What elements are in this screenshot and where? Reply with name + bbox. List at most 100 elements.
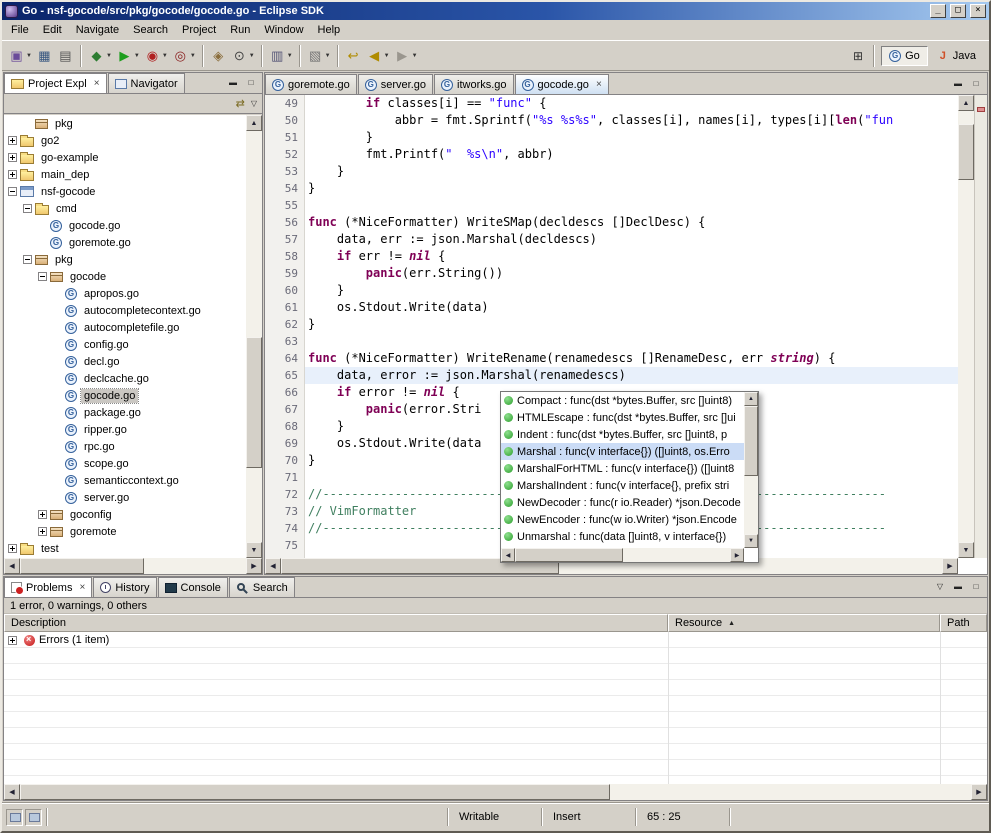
scroll-up-icon[interactable]: ▲ [246, 115, 262, 131]
tree-item-autocompletecontext-go[interactable]: autocompletecontext.go [4, 302, 246, 319]
tree-item-gocode-go[interactable]: gocode.go [4, 387, 246, 404]
tree-item-package-go[interactable]: package.go [4, 404, 246, 421]
line-number-ruler[interactable]: 4950515253545556575859606162636465666768… [265, 95, 305, 558]
scroll-left-icon[interactable]: ◀ [4, 558, 20, 574]
scroll-thumb[interactable] [958, 124, 974, 180]
tree-item-rpc-go[interactable]: rpc.go [4, 438, 246, 455]
scroll-down-icon[interactable]: ▼ [246, 542, 262, 558]
profile-button[interactable]: ◉▼ [142, 44, 170, 68]
forward-button[interactable]: ▶▼ [392, 44, 420, 68]
minimize-button[interactable]: _ [930, 4, 946, 18]
completion-item-0[interactable]: Compact : func(dst *bytes.Buffer, src []… [501, 392, 744, 409]
problems-horizontal-scrollbar[interactable]: ◀▶ [4, 784, 987, 800]
scroll-left-icon[interactable]: ◀ [265, 558, 281, 574]
expand-icon[interactable] [8, 170, 17, 179]
completion-item-8[interactable]: Unmarshal : func(data []uint8, v interfa… [501, 528, 744, 545]
popup-vertical-scrollbar[interactable]: ▲▼ [744, 392, 758, 548]
profile-menu-arrow[interactable]: ▼ [162, 53, 168, 59]
perspective-go[interactable]: Go [881, 46, 928, 66]
collapse-icon[interactable] [23, 255, 32, 264]
error-marker-icon[interactable] [977, 107, 985, 112]
column-header-path[interactable]: Path [940, 614, 987, 632]
completion-item-2[interactable]: Indent : func(dst *bytes.Buffer, src []u… [501, 426, 744, 443]
tree-item-goremote-go[interactable]: goremote.go [4, 234, 246, 251]
tree-item-gocode-go[interactable]: gocode.go [4, 217, 246, 234]
expand-icon[interactable] [8, 136, 17, 145]
tree-item-cmd[interactable]: cmd [4, 200, 246, 217]
collapse-icon[interactable] [23, 204, 32, 213]
annotations-menu-arrow[interactable]: ▼ [325, 53, 331, 59]
scroll-up-icon[interactable]: ▲ [958, 95, 974, 111]
menu-project[interactable]: Project [175, 21, 223, 39]
view-menu-icon[interactable]: ▽ [251, 99, 257, 108]
scroll-thumb[interactable] [246, 337, 262, 469]
close-button[interactable]: × [970, 4, 986, 18]
maximize-view-icon[interactable]: □ [243, 76, 259, 90]
menu-run[interactable]: Run [223, 21, 257, 39]
tree-item-nsf-gocode[interactable]: nsf-gocode [4, 183, 246, 200]
external-tools-menu-arrow[interactable]: ▼ [190, 53, 196, 59]
annotations-button[interactable]: ▧▼ [305, 44, 333, 68]
scroll-right-icon[interactable]: ▶ [971, 784, 987, 800]
view-tab-project-expl[interactable]: Project Expl× [4, 73, 107, 93]
tree-horizontal-scrollbar[interactable]: ◀▶ [4, 558, 262, 574]
new-java-element-button[interactable]: ▥▼ [267, 44, 295, 68]
maximize-view-icon[interactable]: □ [968, 580, 984, 594]
tree-item-config-go[interactable]: config.go [4, 336, 246, 353]
editor-vertical-scrollbar[interactable]: ▲▼ [958, 95, 974, 558]
minimize-view-icon[interactable]: ▬ [950, 580, 966, 594]
tree-item-server-go[interactable]: server.go [4, 489, 246, 506]
expand-icon[interactable] [38, 510, 47, 519]
run-menu-arrow[interactable]: ▼ [134, 53, 140, 59]
completion-item-1[interactable]: HTMLEscape : func(dst *bytes.Buffer, src… [501, 409, 744, 426]
perspective-java[interactable]: Java [930, 47, 983, 65]
expand-icon[interactable] [8, 636, 17, 645]
back-menu-arrow[interactable]: ▼ [384, 53, 390, 59]
tree-item-go-example[interactable]: go-example [4, 149, 246, 166]
tree-item-scope-go[interactable]: scope.go [4, 455, 246, 472]
save-button[interactable]: ▦ [34, 44, 55, 68]
menu-search[interactable]: Search [126, 21, 175, 39]
tree-item-test[interactable]: test [4, 540, 246, 557]
close-icon[interactable]: × [79, 583, 85, 593]
editor-tab-itworks-go[interactable]: itworks.go [434, 74, 514, 94]
tree-item-main-dep[interactable]: main_dep [4, 166, 246, 183]
menu-help[interactable]: Help [311, 21, 348, 39]
tree-vertical-scrollbar[interactable]: ▲▼ [246, 115, 262, 558]
tree-item-pkg[interactable]: pkg [4, 251, 246, 268]
tree-item-goremote[interactable]: goremote [4, 523, 246, 540]
scroll-up-icon[interactable]: ▲ [744, 392, 758, 406]
menu-edit[interactable]: Edit [36, 21, 69, 39]
new-wizard-menu-arrow[interactable]: ▼ [26, 53, 32, 59]
completion-item-3[interactable]: Marshal : func(v interface{}) ([]uint8, … [501, 443, 744, 460]
link-with-editor-icon[interactable]: ⇄ [236, 97, 245, 110]
minimize-view-icon[interactable]: ▬ [225, 76, 241, 90]
tree-item-decl-go[interactable]: decl.go [4, 353, 246, 370]
editor-status-icon[interactable] [25, 809, 42, 826]
scroll-thumb[interactable] [20, 784, 610, 800]
completion-item-6[interactable]: NewDecoder : func(r io.Reader) *json.Dec… [501, 494, 744, 511]
tree-item-gocode[interactable]: gocode [4, 268, 246, 285]
column-header-resource[interactable]: Resource▲ [668, 614, 940, 632]
problems-row[interactable]: Errors (1 item) [4, 632, 987, 648]
debug-menu-arrow[interactable]: ▼ [106, 53, 112, 59]
open-type-button[interactable]: ◈ [208, 44, 229, 68]
editor-tab-server-go[interactable]: server.go [358, 74, 433, 94]
view-tab-search[interactable]: Search [229, 577, 295, 597]
external-tools-button[interactable]: ◎▼ [170, 44, 198, 68]
minimize-view-icon[interactable]: ▬ [950, 77, 966, 91]
scroll-down-icon[interactable]: ▼ [744, 534, 758, 548]
tree-item-semanticcontext-go[interactable]: semanticcontext.go [4, 472, 246, 489]
scroll-left-icon[interactable]: ◀ [4, 784, 20, 800]
view-menu-icon[interactable]: ▽ [932, 580, 948, 594]
new-wizard-button[interactable]: ▣▼ [6, 44, 34, 68]
tree-item-goconfig[interactable]: goconfig [4, 506, 246, 523]
menu-window[interactable]: Window [257, 21, 310, 39]
tree-item-autocompletefile-go[interactable]: autocompletefile.go [4, 319, 246, 336]
editor-tab-gocode-go[interactable]: gocode.go× [515, 74, 609, 94]
scroll-left-icon[interactable]: ◀ [501, 548, 515, 562]
scroll-right-icon[interactable]: ▶ [730, 548, 744, 562]
maximize-button[interactable]: □ [950, 4, 966, 18]
view-tab-navigator[interactable]: Navigator [108, 73, 185, 93]
view-tab-problems[interactable]: Problems× [4, 577, 92, 597]
